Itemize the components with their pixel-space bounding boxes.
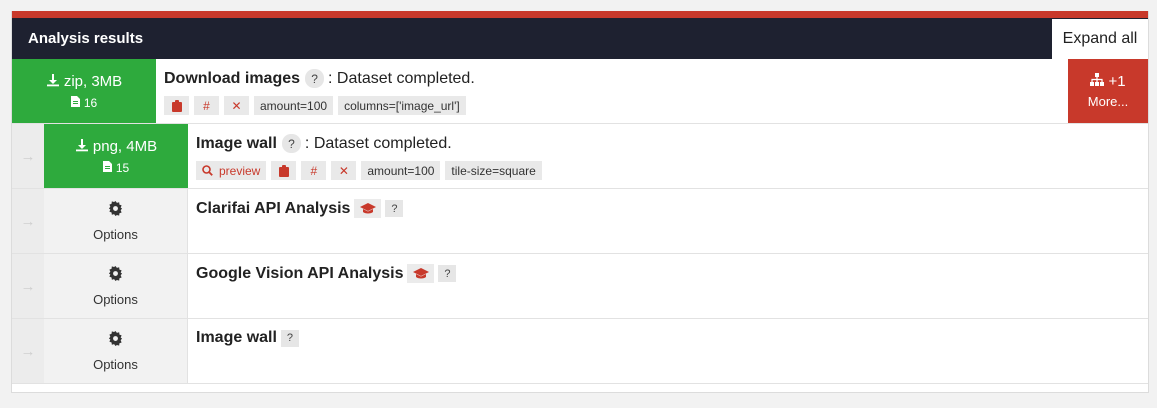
download-icon: [75, 138, 89, 156]
file-icon: [70, 95, 80, 110]
help-button[interactable]: ?: [280, 329, 299, 347]
options-label: Options: [93, 291, 138, 307]
download-format: zip, 3MB: [63, 73, 123, 90]
child-row: → Options Google Vision API Analysis ?: [12, 254, 1148, 319]
more-button[interactable]: +1 More...: [1068, 59, 1148, 123]
more-count: +1: [1108, 73, 1126, 90]
file-count: 16: [83, 95, 98, 110]
dataset-name[interactable]: Image wall: [196, 135, 277, 153]
hash-icon[interactable]: #: [194, 96, 219, 115]
panel-title: Analysis results: [28, 30, 144, 47]
help-button[interactable]: ?: [281, 134, 301, 153]
child-row: → Options Clarifai API Analysis ?: [12, 189, 1148, 254]
param-tag: tile-size=square: [445, 161, 542, 180]
arrow-right-icon: →: [12, 254, 44, 318]
gear-icon: [108, 200, 123, 221]
arrow-right-icon: →: [12, 189, 44, 253]
param-tag: columns=['image_url']: [338, 96, 466, 115]
analysis-panel: Analysis results Expand all zip, 3MB 16 …: [11, 11, 1149, 393]
accent-bar: [12, 11, 1148, 18]
close-icon[interactable]: ✕: [331, 161, 357, 180]
arrow-right-icon: →: [12, 124, 44, 188]
options-button[interactable]: Options: [44, 189, 188, 253]
preview-label: preview: [219, 163, 261, 178]
options-button[interactable]: Options: [44, 254, 188, 318]
graduation-cap-icon[interactable]: [354, 199, 382, 218]
options-label: Options: [93, 226, 138, 242]
search-icon: [202, 165, 213, 176]
download-button[interactable]: zip, 3MB 16: [12, 59, 156, 123]
child-row: → Options Image wall ?: [12, 319, 1148, 384]
preview-button[interactable]: preview: [196, 161, 267, 180]
param-tag: amount=100: [254, 96, 334, 115]
help-button[interactable]: ?: [305, 69, 325, 88]
download-format: png, 4MB: [92, 138, 158, 155]
gear-icon: [108, 265, 123, 286]
download-icon: [46, 73, 60, 91]
clipboard-icon[interactable]: [164, 96, 189, 115]
processor-name: Google Vision API Analysis: [196, 264, 404, 282]
clipboard-icon[interactable]: [271, 161, 297, 180]
hash-icon[interactable]: #: [301, 161, 327, 180]
more-label: More...: [1087, 94, 1129, 109]
child-row: → png, 4MB 15 Image wall ? : Dataset com…: [12, 124, 1148, 189]
processor-name: Clarifai API Analysis: [196, 199, 351, 217]
param-tag: amount=100: [361, 161, 441, 180]
expand-all-button[interactable]: Expand all: [1052, 19, 1148, 59]
dataset-name[interactable]: Download images: [164, 70, 300, 88]
dataset-row: zip, 3MB 16 Download images ? : Dataset …: [12, 59, 1148, 124]
sitemap-icon: [1090, 73, 1105, 90]
close-icon[interactable]: ✕: [224, 96, 249, 115]
help-button[interactable]: ?: [438, 265, 457, 282]
file-icon: [102, 160, 112, 175]
dataset-status: : Dataset completed.: [304, 134, 452, 152]
processor-name: Image wall: [196, 329, 277, 346]
panel-header: Analysis results Expand all: [12, 18, 1148, 59]
dataset-status: : Dataset completed.: [328, 69, 475, 87]
download-button[interactable]: png, 4MB 15: [44, 124, 188, 188]
arrow-right-icon: →: [12, 319, 44, 383]
gear-icon: [108, 330, 123, 351]
options-label: Options: [93, 356, 138, 372]
file-count: 15: [115, 160, 130, 175]
help-button[interactable]: ?: [385, 200, 404, 217]
options-button[interactable]: Options: [44, 319, 188, 383]
graduation-cap-icon[interactable]: [407, 264, 435, 283]
